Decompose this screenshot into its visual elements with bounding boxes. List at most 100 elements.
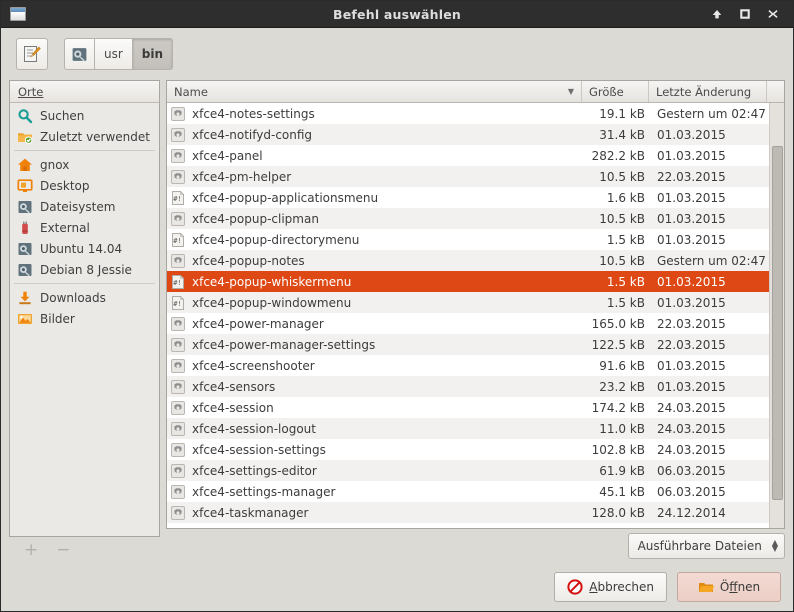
main-area: Orte Suchen Zuletzt verwendet gnox Deskt… xyxy=(1,80,793,563)
window-icon xyxy=(10,7,26,21)
vertical-scrollbar[interactable] xyxy=(769,103,784,528)
places-list: Suchen Zuletzt verwendet gnox Desktop Da… xyxy=(10,103,159,536)
open-mnemonic: ff xyxy=(729,580,738,594)
sidebar-item-label: Debian 8 Jessie xyxy=(40,262,132,277)
file-size-cell: 10.5 kB xyxy=(599,169,645,184)
file-name-label: xfce4-notifyd-config xyxy=(192,127,313,142)
binary-gear-icon xyxy=(171,379,185,394)
sidebar-item-zuletzt-verwendet[interactable]: Zuletzt verwendet xyxy=(10,126,159,147)
file-date-cell: Gestern um 02:47 xyxy=(657,106,766,121)
sidebar-item-label: Dateisystem xyxy=(40,199,116,214)
table-row[interactable]: xfce4-panel 282.2 kB 01.03.2015 xyxy=(167,145,769,166)
sidebar-item-downloads[interactable]: Downloads xyxy=(10,287,159,308)
file-date-cell: 24.03.2015 xyxy=(657,442,726,457)
table-row[interactable]: xfce4-sensors 23.2 kB 01.03.2015 xyxy=(167,376,769,397)
file-name-label: xfce4-popup-whiskermenu xyxy=(192,274,352,289)
table-row[interactable]: xfce4-power-manager-settings 122.5 kB 22.0… xyxy=(167,334,769,355)
sidebar-item-desktop[interactable]: Desktop xyxy=(10,175,159,196)
places-sidebar: Orte Suchen Zuletzt verwendet gnox Deskt… xyxy=(9,80,160,563)
sidebar-item-suchen[interactable]: Suchen xyxy=(10,105,159,126)
table-row[interactable]: xfce4-notes-settings 19.1 kB Gestern um 02… xyxy=(167,103,769,124)
table-row[interactable]: xfce4-notifyd-config 31.4 kB 01.03.2015 xyxy=(167,124,769,145)
file-name-label: xfce4-settings-manager xyxy=(192,484,336,499)
binary-gear-icon xyxy=(171,358,185,373)
file-list: Name ▼ Größe Letzte Änderung xfce4-notes… xyxy=(166,80,785,529)
scrollbar-thumb[interactable] xyxy=(772,146,783,500)
cancel-button[interactable]: Abbrechen xyxy=(554,572,667,602)
table-row[interactable]: #! xfce4-popup-applicationsmenu 1.6 kB 01.0… xyxy=(167,187,769,208)
file-size-cell: 31.4 kB xyxy=(599,127,645,142)
binary-gear-icon xyxy=(171,211,185,226)
table-row[interactable]: xfce4-session 174.2 kB 24.03.2015 xyxy=(167,397,769,418)
open-button-label: Öffnen xyxy=(720,580,760,594)
table-row[interactable]: xfce4-pm-helper 10.5 kB 22.03.2015 xyxy=(167,166,769,187)
file-size-cell: 1.5 kB xyxy=(606,295,645,310)
cancel-mnemonic: A xyxy=(589,580,598,594)
places-header-label: Orte xyxy=(18,84,44,99)
column-header-name-label: Name xyxy=(174,84,208,99)
file-name-cell: #! xfce4-popup-directorymenu xyxy=(167,232,584,247)
file-size-cell: 174.2 kB xyxy=(591,400,645,415)
sidebar-item-bilder[interactable]: Bilder xyxy=(10,308,159,329)
table-row[interactable]: xfce4-session-logout 11.0 kB 24.03.2015 xyxy=(167,418,769,439)
edit-location-button[interactable] xyxy=(16,38,48,70)
file-size-cell: 1.5 kB xyxy=(606,232,645,247)
filesystem-drive-icon xyxy=(72,47,87,61)
sidebar-item-label: Downloads xyxy=(40,290,106,305)
table-row[interactable]: xfce4-session-settings 102.8 kB 24.03.2015 xyxy=(167,439,769,460)
file-name-cell: #! xfce4-popup-windowmenu xyxy=(167,295,584,310)
places-panel: Orte Suchen Zuletzt verwendet gnox Deskt… xyxy=(9,80,160,537)
file-size-cell: 19.1 kB xyxy=(599,106,645,121)
file-date-cell: 01.03.2015 xyxy=(657,274,726,289)
script-shebang-icon: #! xyxy=(171,274,185,289)
sidebar-item-label: Suchen xyxy=(40,108,85,123)
breadcrumb-item-root[interactable] xyxy=(64,38,95,70)
breadcrumb-item-bin[interactable]: bin xyxy=(131,38,174,70)
table-row[interactable]: xfce4-taskmanager 128.0 kB 24.12.2014 xyxy=(167,502,769,523)
file-size-cell: 10.5 kB xyxy=(599,253,645,268)
sidebar-item-label: Zuletzt verwendet xyxy=(40,129,150,144)
column-header-name[interactable]: Name ▼ xyxy=(167,81,582,102)
script-shebang-icon: #! xyxy=(171,190,185,205)
breadcrumb-item-usr[interactable]: usr xyxy=(94,38,133,70)
table-row[interactable]: xfce4-popup-clipman 10.5 kB 01.03.2015 xyxy=(167,208,769,229)
cancel-rest: bbrechen xyxy=(597,580,654,594)
sidebar-item-gnox[interactable]: gnox xyxy=(10,154,159,175)
add-place-button[interactable]: + xyxy=(24,541,38,559)
file-date-cell: 24.03.2015 xyxy=(657,421,726,436)
table-row[interactable]: xfce4-settings-manager 45.1 kB 06.03.2015 xyxy=(167,481,769,502)
file-name-cell: xfce4-notifyd-config xyxy=(167,127,584,142)
downloads-icon xyxy=(17,290,33,306)
maximize-button[interactable] xyxy=(738,7,752,21)
shade-button[interactable] xyxy=(710,7,724,21)
file-name-cell: xfce4-notes-settings xyxy=(167,106,584,121)
dialog-footer: Abbrechen Öffnen xyxy=(1,563,793,611)
remove-place-button[interactable]: − xyxy=(56,541,70,559)
file-name-label: xfce4-taskmanager xyxy=(192,505,309,520)
sidebar-item-dateisystem[interactable]: Dateisystem xyxy=(10,196,159,217)
close-button[interactable] xyxy=(766,7,780,21)
select-command-dialog: Befehl auswählen usr bin Orte Suchen Zul… xyxy=(0,0,794,612)
binary-gear-icon xyxy=(171,505,185,520)
open-button[interactable]: Öffnen xyxy=(677,572,781,602)
column-header-date[interactable]: Letzte Änderung xyxy=(649,81,767,102)
table-row[interactable]: xfce4-settings-editor 61.9 kB 06.03.2015 xyxy=(167,460,769,481)
table-row[interactable]: #! xfce4-popup-windowmenu 1.5 kB 01.03.2015 xyxy=(167,292,769,313)
file-name-label: xfce4-popup-clipman xyxy=(192,211,319,226)
table-row[interactable]: xfce4-power-manager 165.0 kB 22.03.2015 xyxy=(167,313,769,334)
sidebar-item-ubuntu-14-04[interactable]: Ubuntu 14.04 xyxy=(10,238,159,259)
table-row[interactable]: #! xfce4-popup-whiskermenu 1.5 kB 01.03.201… xyxy=(167,271,769,292)
window-title: Befehl auswählen xyxy=(333,6,461,22)
column-header-size[interactable]: Größe xyxy=(582,81,649,102)
table-row[interactable]: #! xfce4-popup-directorymenu 1.5 kB 01.03.2… xyxy=(167,229,769,250)
sidebar-item-debian-8-jessie[interactable]: Debian 8 Jessie xyxy=(10,259,159,280)
file-type-filter-combo[interactable]: Ausführbare Dateien ▲ ▼ xyxy=(627,533,785,559)
file-date-cell: 01.03.2015 xyxy=(657,295,726,310)
sidebar-item-external[interactable]: External xyxy=(10,217,159,238)
table-row[interactable]: xfce4-popup-notes 10.5 kB Gestern um 02:47 xyxy=(167,250,769,271)
file-name-cell: xfce4-taskmanager xyxy=(167,505,584,520)
binary-gear-icon xyxy=(171,253,185,268)
binary-gear-icon xyxy=(171,442,185,457)
table-row[interactable]: xfce4-screenshooter 91.6 kB 01.03.2015 xyxy=(167,355,769,376)
filter-row: Ausführbare Dateien ▲ ▼ xyxy=(166,529,785,563)
